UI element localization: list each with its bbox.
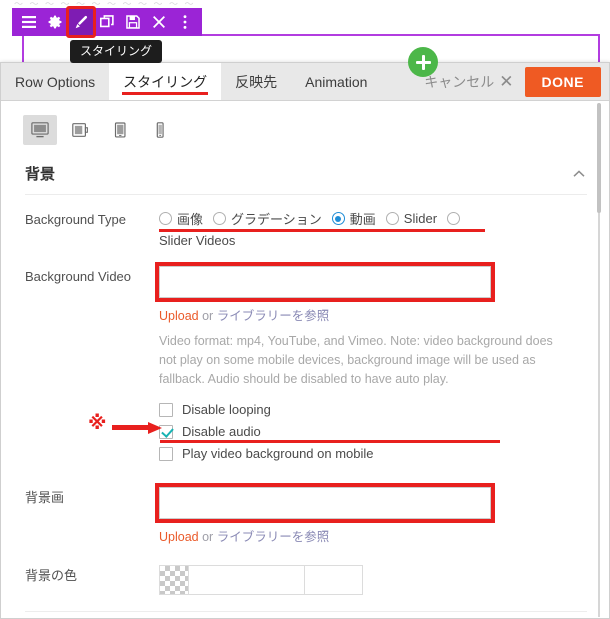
field-background-color: 背景の色 [25, 545, 587, 595]
add-row-button[interactable] [408, 47, 438, 77]
radio-circle [385, 212, 399, 225]
color-preview-box[interactable] [305, 565, 363, 595]
checkbox-disable-audio[interactable]: Disable audio [159, 421, 587, 442]
tab-apply-to[interactable]: 反映先 [221, 63, 291, 100]
device-tablet-button[interactable] [103, 115, 137, 145]
pencil-icon[interactable] [68, 9, 94, 35]
modal-tabs: Row Options スタイリング 反映先 Animation [1, 63, 381, 100]
tab-styling[interactable]: スタイリング [109, 63, 222, 100]
arrow-head [148, 422, 162, 434]
radio-circle [213, 212, 227, 225]
checkbox-play-video-on-mobile[interactable]: Play video background on mobile [159, 443, 587, 464]
field-label: 背景画 [25, 490, 65, 505]
red-arrow-annotation [112, 422, 164, 434]
tab-label: Animation [305, 73, 368, 90]
radio-label: グラデーション [231, 212, 322, 227]
row-settings-modal: Row Options スタイリング 反映先 Animation キャンセル ✕… [0, 62, 610, 619]
field-control: Upload or ライブラリーを参照 Video format: mp4, Y… [155, 262, 587, 465]
radio-circle [159, 212, 172, 225]
field-label: Background Type [25, 212, 126, 227]
radio-label: 動画 [349, 212, 376, 227]
close-icon[interactable]: ✕ [499, 73, 513, 90]
color-value-input[interactable] [189, 565, 305, 595]
screen-root: 〜 〜 〜 〜 〜 〜 〜 〜 〜 〜 〜 〜 スタイリング Row Optio… [0, 0, 610, 619]
tab-active-underline [122, 92, 209, 95]
checkbox-box [159, 402, 173, 417]
checkbox-disable-looping[interactable]: Disable looping [159, 399, 587, 420]
tab-animation[interactable]: Animation [291, 63, 381, 100]
radio-slider[interactable]: Slider [385, 211, 438, 226]
plus-icon-horizontal [415, 60, 431, 64]
tab-label: Row Options [15, 73, 96, 90]
background-type-annotation-underline [159, 229, 485, 232]
radio-circle-selected [331, 212, 345, 225]
modal-header: Row Options スタイリング 反映先 Animation キャンセル ✕… [1, 63, 609, 101]
row-toolbar [12, 8, 202, 36]
background-color-picker[interactable] [159, 565, 587, 595]
background-video-input[interactable] [159, 266, 491, 298]
field-control: 画像 グラデーション 動画 Slider Slider Videos [159, 209, 587, 248]
duplicate-icon[interactable] [94, 9, 120, 35]
tab-row-options[interactable]: Row Options [1, 63, 109, 100]
upload-link[interactable]: Upload [159, 530, 199, 544]
device-laptop-button[interactable] [63, 115, 97, 145]
checkbox-label: Disable audio [182, 424, 261, 439]
device-mobile-button[interactable] [143, 115, 177, 145]
checkbox-label: Play video background on mobile [182, 446, 374, 461]
device-desktop-button[interactable] [23, 115, 57, 145]
tab-label: スタイリング [123, 73, 208, 90]
modal-header-actions: キャンセル ✕ DONE [424, 63, 609, 100]
field-label: 背景の色 [25, 568, 78, 583]
section-divider [25, 611, 587, 612]
radio-label: 画像 [177, 212, 204, 227]
radio-gradient[interactable]: グラデーション [213, 209, 322, 228]
radio-video[interactable]: 動画 [331, 209, 376, 228]
background-type-radio-group: 画像 グラデーション 動画 Slider [159, 209, 587, 232]
field-background-video: Background Video Upload or ライブラリーを参照 Vid… [25, 248, 587, 465]
device-switcher [1, 101, 609, 145]
kome-annotation-mark: ※ [88, 413, 107, 434]
checkbox-annotation-underline [160, 440, 500, 443]
background-image-input-wrap [155, 483, 495, 523]
library-link[interactable]: ライブラリーを参照 [217, 530, 330, 544]
or-text: or [198, 309, 217, 323]
hamburger-icon[interactable] [16, 9, 42, 35]
field-control [159, 565, 587, 595]
tab-label: 反映先 [235, 73, 278, 90]
radio-slider-videos[interactable] [447, 212, 465, 225]
field-label: Background Video [25, 269, 132, 284]
close-icon[interactable] [146, 9, 172, 35]
done-button[interactable]: DONE [524, 66, 601, 97]
gear-icon[interactable] [42, 9, 68, 35]
video-options-checkboxes: Disable looping Disable audio Play video… [159, 389, 587, 464]
or-text: or [198, 530, 217, 544]
scrollbar-thumb[interactable] [597, 103, 601, 213]
background-video-help-text: Video format: mp4, YouTube, and Vimeo. N… [159, 334, 553, 386]
save-icon[interactable] [120, 9, 146, 35]
field-background-type: Background Type 画像 グラデーション 動画 Slider Sli… [25, 195, 587, 248]
radio-circle [447, 212, 461, 225]
section-title: 背景 [25, 166, 56, 183]
background-image-input[interactable] [159, 487, 491, 519]
background-image-upload-line: Upload or ライブラリーを参照 [159, 519, 587, 545]
modal-body: 背景 Background Type 画像 グラデーション 動画 Slider … [1, 101, 609, 618]
background-section-header[interactable]: 背景 [25, 163, 587, 195]
upload-link[interactable]: Upload [159, 309, 199, 323]
styling-tooltip: スタイリング [70, 40, 163, 63]
library-link[interactable]: ライブラリーを参照 [217, 309, 330, 323]
cancel-button[interactable]: キャンセル [424, 72, 494, 92]
radio-label: Slider [403, 211, 438, 226]
checkbox-box [159, 446, 173, 461]
more-vertical-icon[interactable] [172, 9, 198, 35]
background-video-upload-line: Upload or ライブラリーを参照 [159, 298, 587, 324]
radio-image[interactable]: 画像 [159, 209, 203, 228]
arrow-shaft [112, 425, 150, 430]
chevron-up-icon[interactable] [571, 166, 587, 182]
field-background-image: 背景画 Upload or ライブラリーを参照 [25, 465, 587, 545]
color-swatch-transparent[interactable] [159, 565, 189, 595]
field-control: Upload or ライブラリーを参照 [155, 483, 587, 545]
checkbox-label: Disable looping [182, 402, 271, 417]
background-video-input-wrap [155, 262, 495, 302]
